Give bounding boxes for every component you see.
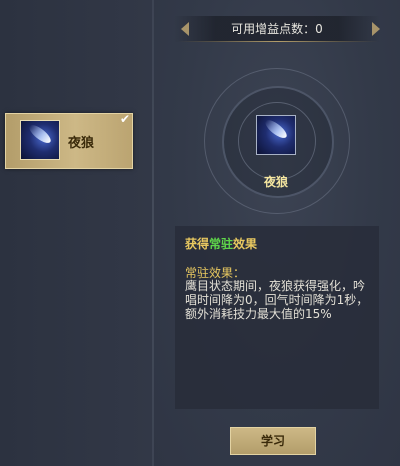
effect-description: 鹰目状态期间，夜狼获得强化，吟唱时间降为0，回气时间降为1秒，额外消耗技力最大值… — [185, 279, 369, 321]
skill-card-name: 夜狼 — [68, 136, 95, 151]
effect-title-highlight: 常驻 — [209, 237, 234, 251]
skill-name: 夜狼 — [263, 175, 288, 189]
right-ornament-icon — [372, 22, 380, 36]
learn-button[interactable]: 学习 — [230, 427, 316, 455]
effect-title: 获得常驻效果 — [185, 237, 258, 251]
available-points: 可用增益点数：0 — [231, 22, 323, 36]
skill-card-night-wolf[interactable]: 夜狼 ✔ — [5, 112, 133, 169]
comet-icon — [256, 115, 296, 155]
comet-icon — [20, 120, 60, 160]
skill-list-panel — [0, 0, 152, 466]
left-ornament-icon — [181, 22, 189, 36]
check-mark-icon: ✔ — [119, 112, 130, 126]
points-divider — [178, 41, 378, 42]
